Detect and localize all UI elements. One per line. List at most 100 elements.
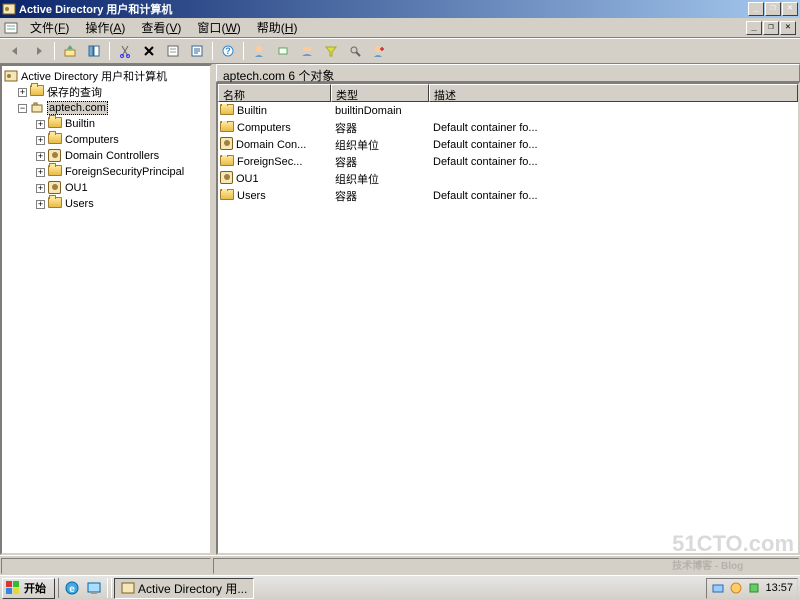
up-button[interactable]: [59, 40, 81, 62]
expand-icon[interactable]: +: [36, 152, 45, 161]
menu-view[interactable]: 查看(V): [133, 17, 189, 38]
folder-icon: [220, 121, 234, 135]
tree-domain[interactable]: − aptech.com: [4, 100, 208, 116]
menu-help[interactable]: 帮助(H): [249, 17, 306, 38]
list-path-header: aptech.com 6 个对象: [216, 64, 800, 82]
folder-icon: [220, 189, 234, 203]
find-button[interactable]: [272, 40, 294, 62]
properties-button[interactable]: [162, 40, 184, 62]
expand-icon[interactable]: +: [36, 120, 45, 129]
tree-label: Users: [65, 198, 94, 210]
expand-icon[interactable]: +: [18, 88, 27, 97]
desktop-icon[interactable]: [84, 578, 104, 598]
expand-icon[interactable]: +: [36, 168, 45, 177]
show-hide-button[interactable]: [83, 40, 105, 62]
cell-name: Domain Con...: [236, 139, 306, 151]
status-panel: [213, 558, 799, 574]
tree-item[interactable]: +Domain Controllers: [4, 148, 208, 164]
back-button[interactable]: [4, 40, 26, 62]
tree-label: Computers: [65, 134, 119, 146]
refresh-button[interactable]: [186, 40, 208, 62]
menu-file[interactable]: 文件(F): [22, 17, 77, 38]
tree-label: OU1: [65, 182, 88, 194]
cell-name: Builtin: [237, 105, 267, 117]
tree-saved-queries[interactable]: + 保存的查询: [4, 84, 208, 100]
folder-icon: [48, 117, 62, 131]
cell-type: builtinDomain: [331, 105, 429, 117]
list-row[interactable]: Computers 容器Default container fo...: [218, 119, 798, 136]
tray-icon[interactable]: [729, 581, 743, 595]
window-buttons: _ ❐ ✕: [748, 2, 798, 16]
expand-icon[interactable]: +: [36, 136, 45, 145]
tree-item[interactable]: +ForeignSecurityPrincipal: [4, 164, 208, 180]
mdi-close-button[interactable]: ✕: [780, 21, 796, 35]
delete-button[interactable]: [138, 40, 160, 62]
tree-item[interactable]: +Builtin: [4, 116, 208, 132]
system-tray: 13:57: [706, 578, 798, 599]
toolbar-separator: [54, 42, 55, 60]
list-row[interactable]: ForeignSec...容器Default container fo...: [218, 153, 798, 170]
taskbar-separator: [111, 578, 112, 598]
menu-action[interactable]: 操作(A): [77, 17, 133, 38]
list-row[interactable]: OU1组织单位: [218, 170, 798, 187]
svg-text:e: e: [69, 584, 75, 595]
filter-button[interactable]: [320, 40, 342, 62]
tree-root[interactable]: Active Directory 用户和计算机: [4, 68, 208, 84]
cut-button[interactable]: [114, 40, 136, 62]
tree-item[interactable]: + Users: [4, 196, 208, 212]
help-button[interactable]: ?: [217, 40, 239, 62]
cell-desc: Default container fo...: [429, 122, 798, 134]
list-row[interactable]: Users容器Default container fo...: [218, 187, 798, 204]
folder-icon: [220, 155, 234, 169]
forward-button[interactable]: [28, 40, 50, 62]
mmc-icon: [4, 21, 18, 35]
ou-icon: [48, 149, 62, 163]
toolbar-separator: [243, 42, 244, 60]
expand-icon[interactable]: +: [36, 200, 45, 209]
expand-icon[interactable]: +: [36, 184, 45, 193]
ad-icon: [121, 581, 135, 595]
column-desc[interactable]: 描述: [429, 84, 798, 102]
clock[interactable]: 13:57: [765, 582, 793, 594]
list-row[interactable]: Domain Con...组织单位Default container fo...: [218, 136, 798, 153]
new-user-button[interactable]: [248, 40, 270, 62]
tray-icon[interactable]: [747, 581, 761, 595]
column-headers: 名称 类型 描述: [218, 84, 798, 102]
tree-label: 保存的查询: [47, 84, 102, 100]
tray-icon[interactable]: [711, 581, 725, 595]
cell-desc: Default container fo...: [429, 156, 798, 168]
mdi-minimize-button[interactable]: _: [746, 21, 762, 35]
new-group-button[interactable]: [296, 40, 318, 62]
maximize-button[interactable]: ❐: [765, 2, 781, 16]
menubar: 文件(F) 操作(A) 查看(V) 窗口(W) 帮助(H) _ ❐ ✕: [0, 18, 800, 38]
search-button[interactable]: [344, 40, 366, 62]
column-type[interactable]: 类型: [331, 84, 429, 102]
folder-icon: [220, 104, 234, 118]
cell-name: Computers: [237, 122, 291, 134]
column-name[interactable]: 名称: [218, 84, 331, 102]
cell-type: 组织单位: [331, 171, 429, 187]
ie-icon[interactable]: e: [62, 578, 82, 598]
list-row[interactable]: Builtin builtinDomain: [218, 102, 798, 119]
tree-label: aptech.com: [47, 101, 108, 115]
cell-type: 容器: [331, 120, 429, 136]
menu-window[interactable]: 窗口(W): [189, 17, 248, 38]
toolbar-separator: [109, 42, 110, 60]
folder-icon: [48, 133, 62, 147]
collapse-icon[interactable]: −: [18, 104, 27, 113]
mdi-restore-button[interactable]: ❐: [763, 21, 779, 35]
tree-item[interactable]: + Computers: [4, 132, 208, 148]
statusbar: [0, 555, 800, 575]
cell-desc: Default container fo...: [429, 190, 798, 202]
cell-type: 容器: [331, 154, 429, 170]
add-member-button[interactable]: [368, 40, 390, 62]
ad-root-icon: [4, 69, 18, 83]
start-button[interactable]: 开始: [2, 578, 55, 599]
close-button[interactable]: ✕: [782, 2, 798, 16]
cell-type: 组织单位: [331, 137, 429, 153]
tree-item[interactable]: + OU1: [4, 180, 208, 196]
minimize-button[interactable]: _: [748, 2, 764, 16]
taskbar-task[interactable]: Active Directory 用...: [114, 578, 254, 599]
folder-icon: [48, 197, 62, 211]
tree-label: Active Directory 用户和计算机: [21, 68, 167, 84]
